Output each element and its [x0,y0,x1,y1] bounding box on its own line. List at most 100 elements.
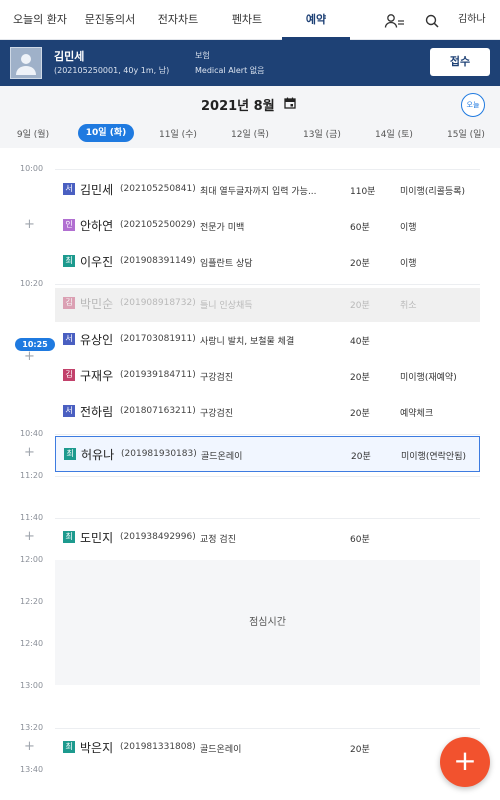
status: 이행 [400,259,417,269]
patient-id: (201938492996) [120,532,196,542]
time-label: 13:00 [20,681,44,690]
appointment-row[interactable]: 최 도민지 (201938492996) 교정 검진 60분 [55,522,480,554]
time-gridline [55,518,480,519]
patient-id: (201981930183) [121,449,197,459]
tab-reservation[interactable]: 예약 [282,0,350,40]
appointment-row[interactable]: 최 박은지 (201981331808) 골드온레이 20분 [55,732,480,764]
appointment-row[interactable]: 최 이우진 (201908391149) 임플란트 상담 20분 이행 [55,246,480,278]
appointment-row[interactable]: 서 유상인 (201703081911) 사랑니 발치, 보철물 체결 40분 [55,324,480,356]
today-button[interactable]: 오늘 [461,93,485,117]
patient-details: (202105250001, 40y 1m, 남) [54,66,170,75]
day-tab-13[interactable]: 13일 (금) [290,127,354,140]
patient-name: 김민세 [54,50,85,63]
appointment-row[interactable]: 인 안하연 (202105250029) 전문가 미백 60분 이행 [55,210,480,242]
appointment-memo: 골드온레이 [200,745,242,755]
lunch-block: 점심시간 [55,560,480,685]
appointment-memo: 틀니 인상채득 [200,301,253,311]
tab-today-patients[interactable]: 오늘의 환자 [0,0,80,40]
time-label: 12:20 [20,597,44,606]
add-slot-plus-icon[interactable]: + [24,739,35,754]
patient-name: 유상인 [80,333,114,347]
receipt-button[interactable]: 접수 [430,48,490,76]
doctor-badge: 최 [63,255,75,267]
patient-id: (201807163211) [120,406,196,416]
duration: 20분 [350,745,370,755]
doctor-badge: 서 [63,183,75,195]
patient-name: 이우진 [80,255,114,269]
status: 미이행(연락안됨) [401,452,466,462]
patient-name: 도민지 [80,531,114,545]
time-label: 12:00 [20,555,44,564]
user-list-icon[interactable] [384,13,406,29]
time-label: 12:40 [20,639,44,648]
duration: 110분 [350,187,376,197]
top-navigation: 오늘의 환자 문진동의서 전자차트 펜차트 예약 김하나 [0,0,500,40]
insurance-label: 보험 [195,51,210,60]
date-header: 2021년 8월 오늘 9일 (월) 10일 (화) 11일 (수) 12일 (… [0,86,500,148]
day-tab-10-selected[interactable]: 10일 (화) [78,124,134,142]
add-slot-plus-icon[interactable]: + [24,349,35,364]
day-tab-11[interactable]: 11일 (수) [146,127,210,140]
patient-name: 박민순 [80,297,114,311]
patient-info-bar: 김민세 (202105250001, 40y 1m, 남) 보험 Medical… [0,40,500,86]
person-icon [16,54,36,75]
patient-name: 전하림 [80,405,114,419]
search-icon[interactable] [425,14,439,28]
appointment-memo: 구강검진 [200,409,234,419]
patient-name: 구재우 [80,369,114,383]
tab-electronic-chart[interactable]: 전자차트 [138,0,218,40]
time-label: 13:40 [20,765,44,774]
doctor-badge: 서 [63,405,75,417]
patient-name: 안하연 [80,219,114,233]
time-gridline [55,284,480,285]
doctor-badge: 최 [64,448,76,460]
duration: 60분 [350,535,370,545]
appointment-row[interactable]: 김 구재우 (201939184711) 구강검진 20분 미이행(재예약) [55,360,480,392]
add-appointment-button[interactable]: + [440,737,490,787]
appointment-row[interactable]: 서 김민세 (202105250841) 최대 열두글자까지 입력 가능... … [55,174,480,206]
time-label: 11:20 [20,471,44,480]
time-label: 11:40 [20,513,44,522]
appointment-memo: 골드온레이 [201,452,243,462]
appointment-memo: 사랑니 발치, 보철물 체결 [200,337,295,347]
appointment-row[interactable]: 서 전하림 (201807163211) 구강검진 20분 예약체크 [55,396,480,428]
appointment-row-cancelled[interactable]: 김 박민순 (201908918732) 틀니 인상채득 20분 취소 [55,288,480,322]
status: 미이행(재예약) [400,373,457,383]
appointment-row-selected[interactable]: 최 허유나 (201981930183) 골드온레이 20분 미이행(연락안됨) [55,436,480,472]
patient-id: (201981331808) [120,742,196,752]
patient-id: (201703081911) [120,334,196,344]
day-tab-14[interactable]: 14일 (토) [362,127,426,140]
doctor-badge: 인 [63,219,75,231]
appointment-memo: 교정 검진 [200,535,236,545]
patient-name: 허유나 [81,448,115,462]
appointment-memo: 최대 열두글자까지 입력 가능... [200,187,317,197]
time-gridline [55,728,480,729]
tab-pen-chart[interactable]: 펜차트 [207,0,287,40]
add-slot-plus-icon[interactable]: + [24,217,35,232]
time-label: 13:20 [20,723,44,732]
status: 이행 [400,223,417,233]
patient-id: (202105250029) [120,220,196,230]
add-slot-plus-icon[interactable]: + [24,529,35,544]
patient-id: (202105250841) [120,184,196,194]
duration: 60분 [350,223,370,233]
calendar-icon[interactable] [284,97,296,109]
duration: 20분 [350,259,370,269]
avatar [10,47,42,79]
duration: 20분 [351,452,371,462]
current-time-indicator: 10:25 [15,338,55,351]
user-name[interactable]: 김하나 [458,0,486,40]
day-tab-12[interactable]: 12일 (목) [218,127,282,140]
patient-id: (201939184711) [120,370,196,380]
duration: 20분 [350,409,370,419]
doctor-badge: 최 [63,531,75,543]
add-slot-plus-icon[interactable]: + [24,445,35,460]
plus-icon: + [453,744,477,777]
time-label: 10:00 [20,164,44,173]
day-tab-9[interactable]: 9일 (월) [0,127,66,140]
day-tab-15[interactable]: 15일 (일) [434,127,498,140]
doctor-badge: 김 [63,369,75,381]
doctor-badge: 서 [63,333,75,345]
patient-name: 박은지 [80,741,114,755]
duration: 20분 [350,301,370,311]
